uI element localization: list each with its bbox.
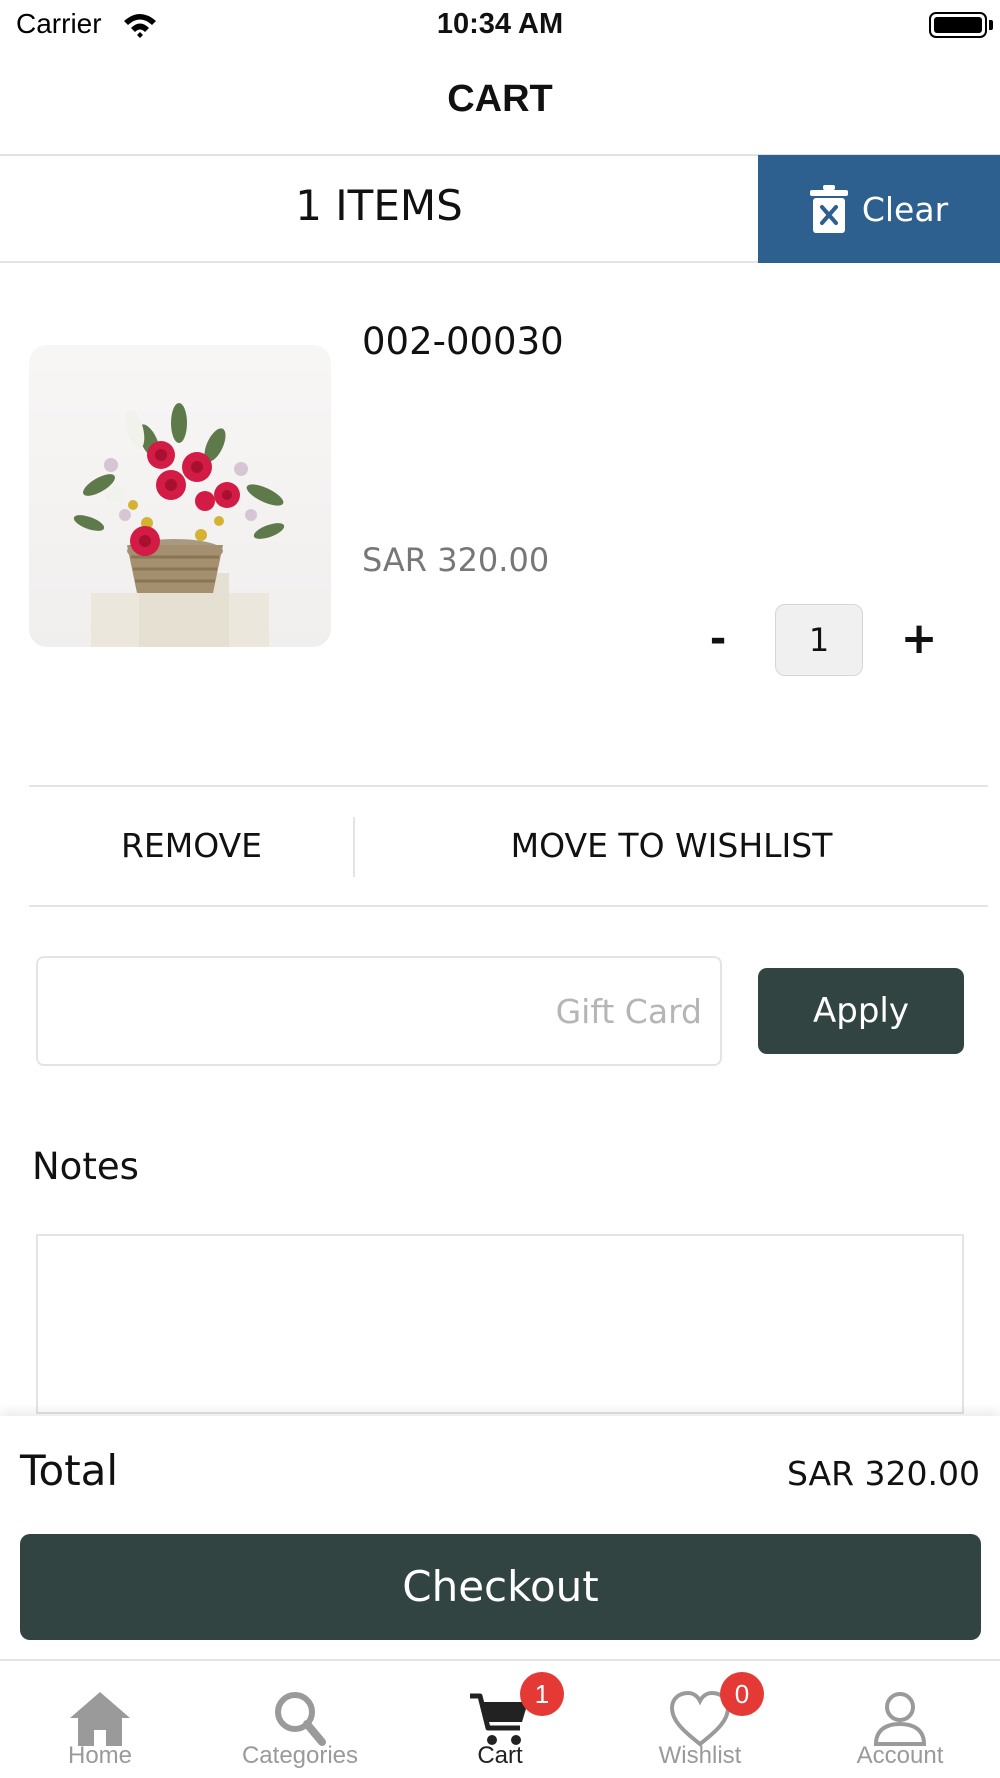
status-bar: Carrier 10:34 AM	[0, 0, 1000, 50]
search-icon	[275, 1692, 326, 1746]
product-sku[interactable]: 002-00030	[362, 320, 564, 363]
remove-button[interactable]: REMOVE	[29, 787, 354, 905]
total-value: SAR 320.00	[786, 1454, 980, 1493]
clear-label: Clear	[861, 189, 949, 229]
quantity-increase-button[interactable]: +	[898, 614, 940, 664]
move-to-wishlist-button[interactable]: MOVE TO WISHLIST	[355, 787, 988, 905]
tab-label: Wishlist	[658, 1742, 742, 1769]
quantity-value[interactable]: 1	[775, 604, 863, 676]
item-actions: REMOVE MOVE TO WISHLIST	[29, 785, 988, 907]
clear-cart-button[interactable]: Clear	[758, 155, 1000, 263]
trash-icon	[809, 185, 848, 233]
notes-label: Notes	[32, 1145, 139, 1188]
tab-wishlist[interactable]: Wishlist 0	[600, 1662, 800, 1778]
user-icon	[873, 1692, 927, 1746]
gift-card-input[interactable]	[36, 956, 722, 1066]
cart-summary-bar: 1 ITEMS Clear	[0, 155, 1000, 263]
notes-textarea[interactable]	[36, 1234, 964, 1414]
items-count: 1 ITEMS	[295, 181, 463, 230]
apply-button[interactable]: Apply	[758, 968, 964, 1054]
total-panel: Total SAR 320.00 Checkout	[0, 1416, 1000, 1661]
cart-badge: 1	[520, 1672, 564, 1716]
tab-label: Cart	[477, 1742, 523, 1769]
home-icon	[70, 1692, 130, 1746]
flower-basket-image	[73, 403, 285, 647]
tab-categories[interactable]: Categories	[200, 1662, 400, 1778]
product-price: SAR 320.00	[362, 541, 550, 579]
header: CART	[0, 60, 1000, 156]
checkout-button[interactable]: Checkout	[20, 1534, 981, 1640]
tab-label: Categories	[241, 1742, 359, 1769]
product-image[interactable]	[29, 345, 331, 647]
tab-cart[interactable]: Cart 1	[400, 1662, 600, 1778]
clock: 10:34 AM	[436, 8, 564, 40]
page-title: CART	[447, 78, 553, 120]
tab-bar: Home Categories Cart 1 Wishlist 0 Accoun…	[0, 1662, 1000, 1778]
tab-label: Account	[856, 1742, 944, 1769]
battery-icon	[929, 12, 987, 38]
total-label: Total	[20, 1446, 119, 1495]
quantity-decrease-button[interactable]: -	[700, 614, 736, 664]
wishlist-badge: 0	[720, 1672, 764, 1716]
tab-label: Home	[67, 1742, 133, 1769]
tab-home[interactable]: Home	[0, 1662, 200, 1778]
battery-tip	[989, 20, 993, 30]
tab-account[interactable]: Account	[800, 1662, 1000, 1778]
